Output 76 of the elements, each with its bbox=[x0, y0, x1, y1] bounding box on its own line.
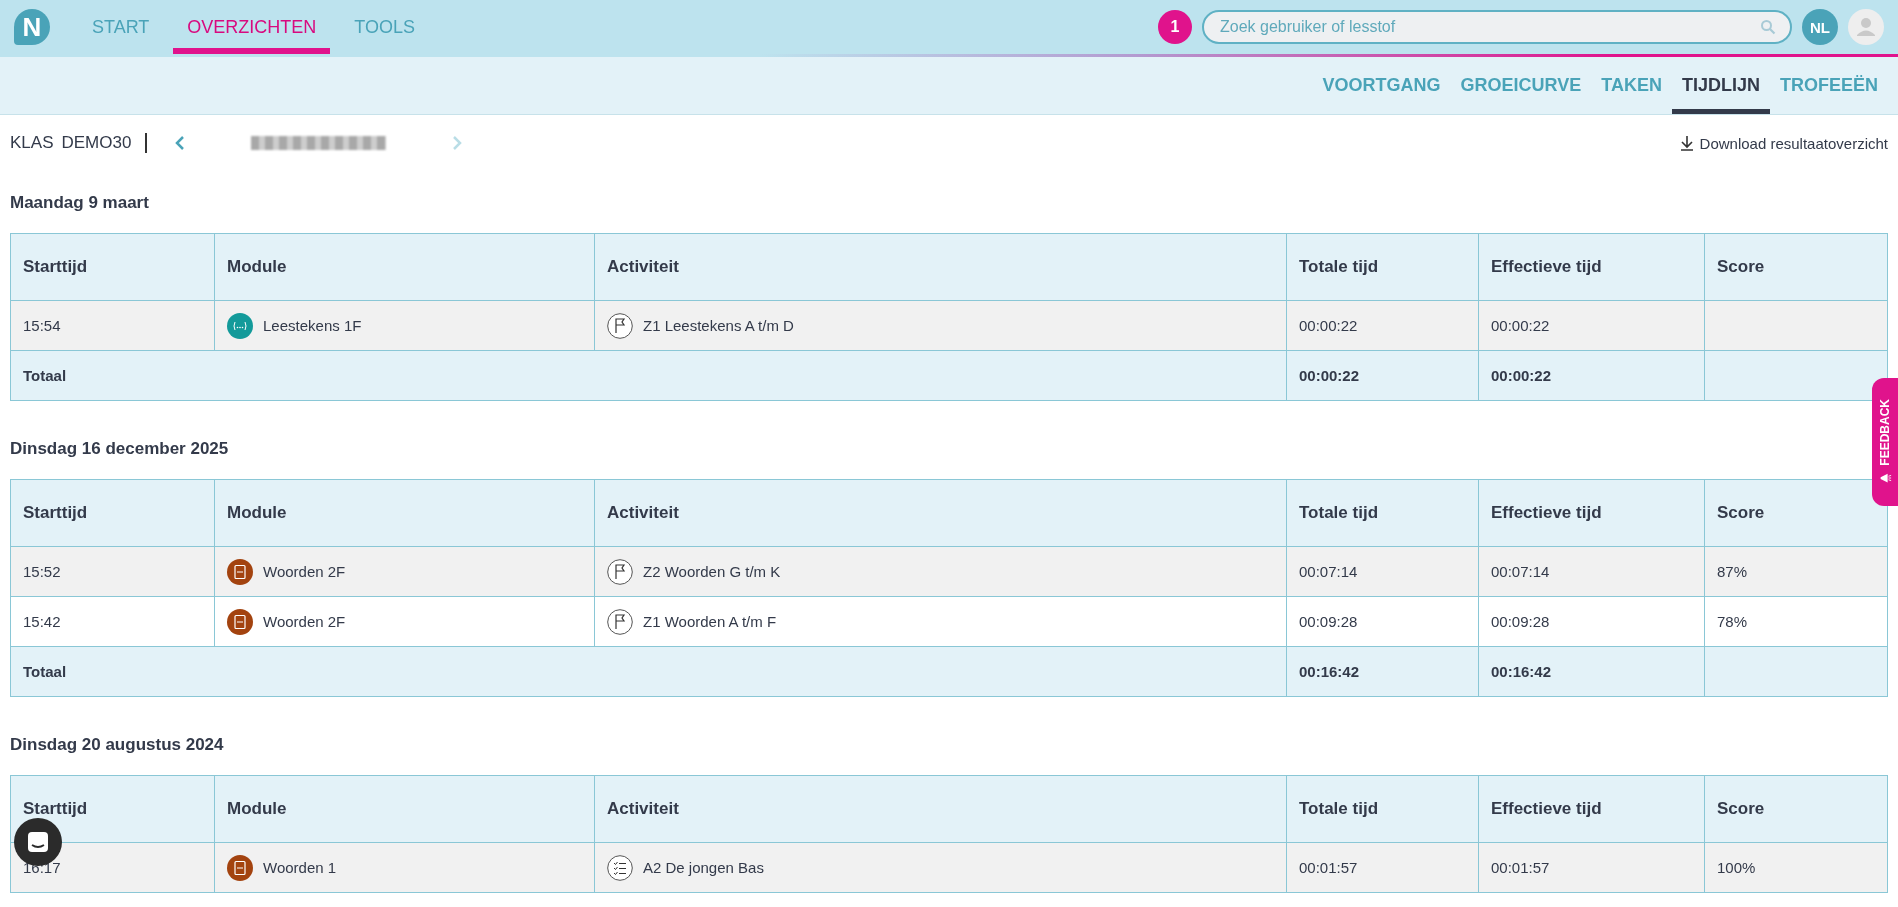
table-cell: 00:01:57 bbox=[1478, 842, 1705, 893]
table-cell: 15:42 bbox=[10, 596, 215, 647]
date-heading: Dinsdag 20 augustus 2024 bbox=[10, 735, 225, 755]
nav-tab[interactable]: TOOLS bbox=[340, 0, 430, 54]
flag-icon bbox=[607, 558, 633, 585]
flag-icon bbox=[607, 312, 633, 339]
next-icon[interactable] bbox=[452, 135, 463, 151]
table-cell: 87% bbox=[1704, 546, 1888, 597]
column-header: Score bbox=[1704, 233, 1888, 301]
checklist-icon bbox=[607, 854, 633, 881]
column-header: Totale tijd bbox=[1286, 775, 1479, 843]
total-label: Totaal bbox=[10, 350, 1287, 401]
column-header: Effectieve tijd bbox=[1478, 233, 1705, 301]
table-cell: 00:00:22 bbox=[1286, 350, 1479, 401]
table-cell: 00:07:14 bbox=[1286, 546, 1479, 597]
date-heading: Maandag 9 maart bbox=[10, 193, 150, 213]
activity-name[interactable]: Z2 Woorden G t/m K bbox=[643, 563, 781, 580]
language-button[interactable]: NL bbox=[1802, 9, 1838, 45]
column-header: Module bbox=[214, 775, 595, 843]
column-header: Totale tijd bbox=[1286, 233, 1479, 301]
total-label: Totaal bbox=[10, 646, 1287, 697]
column-header: Totale tijd bbox=[1286, 479, 1479, 547]
download-icon bbox=[1679, 135, 1694, 151]
activity-name[interactable]: Z1 Leestekens A t/m D bbox=[643, 317, 794, 334]
table-cell: 00:01:57 bbox=[1286, 842, 1479, 893]
book-icon bbox=[227, 854, 253, 881]
table-cell: 100% bbox=[1704, 842, 1888, 893]
column-header: Activiteit bbox=[594, 479, 1287, 547]
book-icon bbox=[227, 558, 253, 585]
notification-badge[interactable]: 1 bbox=[1158, 10, 1192, 44]
module-name: Woorden 2F bbox=[263, 563, 346, 580]
module-name: Woorden 2F bbox=[263, 613, 346, 630]
column-header: Score bbox=[1704, 775, 1888, 843]
table-cell: 00:16:42 bbox=[1286, 646, 1479, 697]
activity-name[interactable]: Z1 Woorden A t/m F bbox=[643, 613, 777, 630]
table-cell: 00:16:42 bbox=[1478, 646, 1705, 697]
sub-tab[interactable]: TROFEEËN bbox=[1770, 57, 1888, 114]
column-header: Effectieve tijd bbox=[1478, 775, 1705, 843]
nav-tab[interactable]: START bbox=[78, 0, 164, 54]
download-link[interactable]: Download resultaatoverzicht bbox=[1679, 134, 1888, 152]
column-header: Activiteit bbox=[594, 775, 1287, 843]
module-name: Leestekens 1F bbox=[263, 317, 362, 334]
column-header: Starttijd bbox=[10, 233, 215, 301]
column-header: Score bbox=[1704, 479, 1888, 547]
column-header: Module bbox=[214, 233, 595, 301]
table-cell: 78% bbox=[1704, 596, 1888, 647]
table-cell: 00:09:28 bbox=[1286, 596, 1479, 647]
sub-tab[interactable]: TAKEN bbox=[1591, 57, 1672, 114]
sub-tab[interactable]: VOORTGANG bbox=[1312, 57, 1451, 114]
book-icon bbox=[227, 608, 253, 635]
search-field[interactable]: Zoek gebruiker of lesstof bbox=[1202, 10, 1792, 44]
activity-name[interactable]: A2 De jongen Bas bbox=[643, 859, 764, 876]
sub-tab[interactable]: TIJDLIJN bbox=[1671, 57, 1770, 114]
module-name: Woorden 1 bbox=[263, 859, 337, 876]
column-header: Module bbox=[214, 479, 595, 547]
flag-icon bbox=[607, 608, 633, 635]
logo[interactable]: N bbox=[14, 9, 50, 45]
class-label: KLAS bbox=[10, 133, 54, 153]
column-header: Starttijd bbox=[10, 479, 215, 547]
table-cell: 00:09:28 bbox=[1478, 596, 1705, 647]
table-cell: 00:00:22 bbox=[1286, 300, 1479, 351]
sub-tab[interactable]: GROEICURVE bbox=[1450, 57, 1592, 114]
table-cell: 00:07:14 bbox=[1478, 546, 1705, 597]
user-avatar-icon[interactable] bbox=[1848, 9, 1884, 45]
class-name: DEMO30 bbox=[61, 133, 132, 153]
punctuation-icon bbox=[227, 312, 253, 339]
table-cell: 15:52 bbox=[10, 546, 215, 597]
table-cell: 00:00:22 bbox=[1478, 300, 1705, 351]
column-header: Activiteit bbox=[594, 233, 1287, 301]
column-header: Effectieve tijd bbox=[1478, 479, 1705, 547]
column-header: Starttijd bbox=[10, 775, 215, 843]
table-cell: 00:00:22 bbox=[1478, 350, 1705, 401]
table-cell: 15:54 bbox=[10, 300, 215, 351]
search-icon[interactable] bbox=[1760, 19, 1776, 35]
feedback-tab[interactable]: FEEDBACK bbox=[1872, 378, 1898, 506]
previous-icon[interactable] bbox=[175, 135, 186, 151]
